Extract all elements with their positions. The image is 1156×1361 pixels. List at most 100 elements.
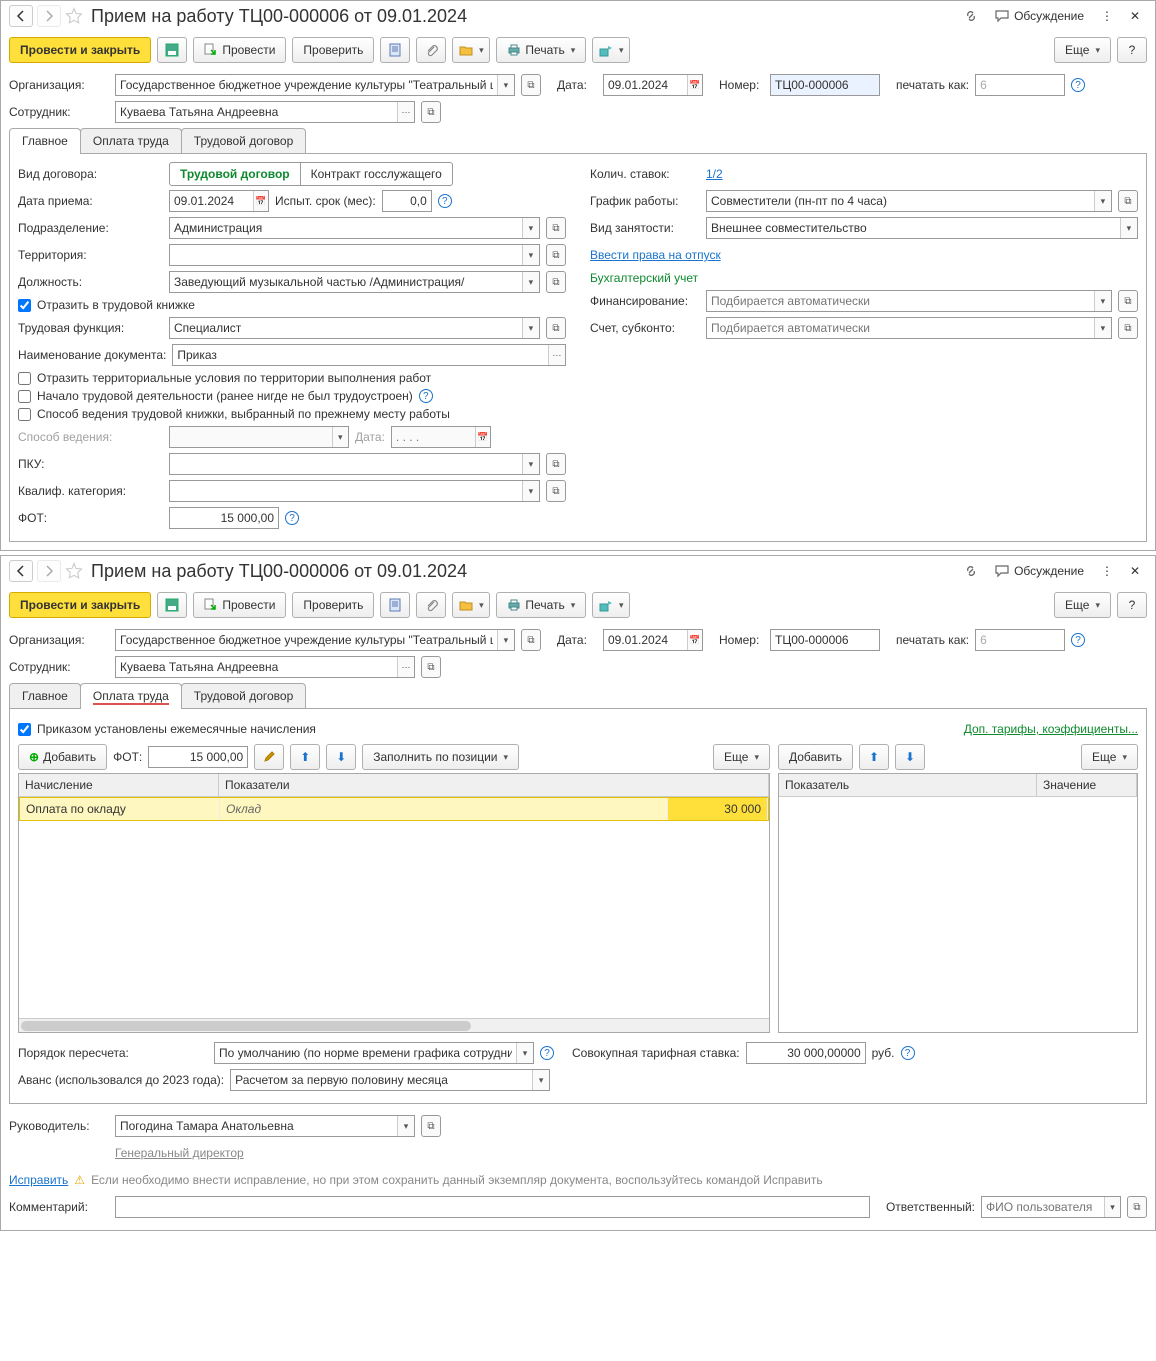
indicators-more-button[interactable]: Еще▾ [1081, 744, 1138, 770]
calendar-icon[interactable]: 📅 [253, 191, 268, 211]
favorite-star-icon[interactable] [65, 7, 83, 25]
total-rate-field[interactable] [746, 1042, 866, 1064]
date-input[interactable] [604, 75, 687, 95]
dropdown-icon[interactable]: ▾ [1120, 218, 1137, 238]
vacation-rights-link[interactable]: Ввести права на отпуск [590, 248, 721, 262]
pku-field[interactable]: ▾ [169, 453, 540, 475]
open-external-button[interactable]: ⧉ [1118, 317, 1138, 339]
attach-button[interactable] [416, 37, 446, 63]
function-input[interactable] [170, 318, 522, 338]
qual-input[interactable] [170, 481, 522, 501]
more-button[interactable]: Еще▾ [1054, 37, 1111, 63]
qual-field[interactable]: ▾ [169, 480, 540, 502]
kebab-menu[interactable]: ⋮ [1095, 5, 1119, 27]
probation-input[interactable] [383, 191, 431, 211]
employee-field[interactable]: ⋯ [115, 101, 415, 123]
help-button[interactable]: ? [1117, 592, 1147, 618]
employee-field[interactable]: ⋯ [115, 656, 415, 678]
printas-input[interactable] [976, 630, 1064, 650]
add-indicator-button[interactable]: Добавить [778, 744, 853, 770]
account-input[interactable] [707, 318, 1094, 338]
move-down-button[interactable]: ⬇ [895, 744, 925, 770]
dept-field[interactable]: ▾ [169, 217, 540, 239]
reflect-checkbox[interactable] [18, 299, 31, 312]
fill-by-position-button[interactable]: Заполнить по позиции▾ [362, 744, 519, 770]
fot-input[interactable] [170, 508, 278, 528]
open-external-button[interactable]: ⧉ [1118, 290, 1138, 312]
account-field[interactable]: ▾ [706, 317, 1112, 339]
discuss-button[interactable]: Обсуждение [987, 560, 1091, 582]
workbook-method-checkbox[interactable] [18, 408, 31, 421]
favorite-star-icon[interactable] [65, 562, 83, 580]
tab-payment[interactable]: Оплата труда [80, 128, 182, 153]
post-and-close-button[interactable]: Провести и закрыть [9, 592, 151, 618]
position-input[interactable] [170, 272, 522, 292]
dropdown-icon[interactable]: ▾ [532, 1070, 549, 1090]
fix-link[interactable]: Исправить [9, 1173, 68, 1187]
table-more-button[interactable]: Еще▾ [713, 744, 770, 770]
date-input[interactable] [604, 630, 687, 650]
dropdown-icon[interactable]: ▾ [1104, 1197, 1120, 1217]
comment-field[interactable] [115, 1196, 870, 1218]
financing-input[interactable] [707, 291, 1094, 311]
manager-input[interactable] [116, 1116, 397, 1136]
extra-tariffs-link[interactable]: Доп. тарифы, коэффициенты... [964, 722, 1138, 736]
link-button[interactable] [959, 560, 983, 582]
export-button[interactable]: ▾ [592, 592, 630, 618]
fot-field[interactable] [169, 507, 279, 529]
ellipsis-icon[interactable]: ⋯ [397, 102, 414, 122]
rates-link[interactable]: 1/2 [706, 167, 723, 181]
print-button[interactable]: Печать▾ [496, 37, 586, 63]
hire-date-field[interactable]: 📅 [169, 190, 269, 212]
scroll-thumb[interactable] [21, 1021, 471, 1031]
responsible-field[interactable]: ▾ [981, 1196, 1121, 1218]
help-icon[interactable]: ? [1071, 633, 1085, 647]
kebab-menu[interactable]: ⋮ [1095, 560, 1119, 582]
open-external-button[interactable]: ⧉ [546, 244, 566, 266]
help-icon[interactable]: ? [285, 511, 299, 525]
dropdown-icon[interactable]: ▾ [497, 630, 514, 650]
dropdown-icon[interactable]: ▾ [522, 318, 539, 338]
hire-date-input[interactable] [170, 191, 253, 211]
financing-field[interactable]: ▾ [706, 290, 1112, 312]
check-button[interactable]: Проверить [292, 592, 374, 618]
ellipsis-icon[interactable]: ⋯ [397, 657, 414, 677]
post-button[interactable]: Провести [193, 37, 286, 63]
folder-button[interactable]: ▾ [452, 592, 490, 618]
open-external-button[interactable]: ⧉ [421, 101, 441, 123]
open-external-button[interactable]: ⧉ [421, 656, 441, 678]
forward-button[interactable] [37, 560, 61, 582]
help-icon[interactable]: ? [438, 194, 452, 208]
back-button[interactable] [9, 560, 33, 582]
save-button[interactable] [157, 592, 187, 618]
open-external-button[interactable]: ⧉ [546, 453, 566, 475]
link-button[interactable] [959, 5, 983, 27]
printas-input[interactable] [976, 75, 1064, 95]
pku-input[interactable] [170, 454, 522, 474]
forward-button[interactable] [37, 5, 61, 27]
dropdown-icon[interactable]: ▾ [522, 272, 539, 292]
ellipsis-icon[interactable]: ⋯ [548, 345, 565, 365]
tab-payment[interactable]: Оплата труда [80, 683, 182, 708]
manager-position-link[interactable]: Генеральный директор [115, 1146, 244, 1160]
monthly-accruals-checkbox[interactable] [18, 723, 31, 736]
back-button[interactable] [9, 5, 33, 27]
tab-main[interactable]: Главное [9, 683, 81, 708]
responsible-input[interactable] [982, 1197, 1104, 1217]
function-field[interactable]: ▾ [169, 317, 540, 339]
check-button[interactable]: Проверить [292, 37, 374, 63]
seg-civil-service[interactable]: Контракт госслужащего [300, 162, 453, 186]
org-input[interactable] [116, 630, 497, 650]
dropdown-icon[interactable]: ▾ [522, 218, 539, 238]
post-button[interactable]: Провести [193, 592, 286, 618]
discuss-button[interactable]: Обсуждение [987, 5, 1091, 27]
recalc-input[interactable] [215, 1043, 516, 1063]
emptype-field[interactable]: ▾ [706, 217, 1138, 239]
number-field[interactable] [770, 629, 880, 651]
dropdown-icon[interactable]: ▾ [1094, 191, 1111, 211]
document-button[interactable] [380, 37, 410, 63]
advance-input[interactable] [231, 1070, 532, 1090]
dropdown-icon[interactable]: ▾ [522, 481, 539, 501]
dropdown-icon[interactable]: ▾ [497, 75, 514, 95]
recalc-field[interactable]: ▾ [214, 1042, 534, 1064]
